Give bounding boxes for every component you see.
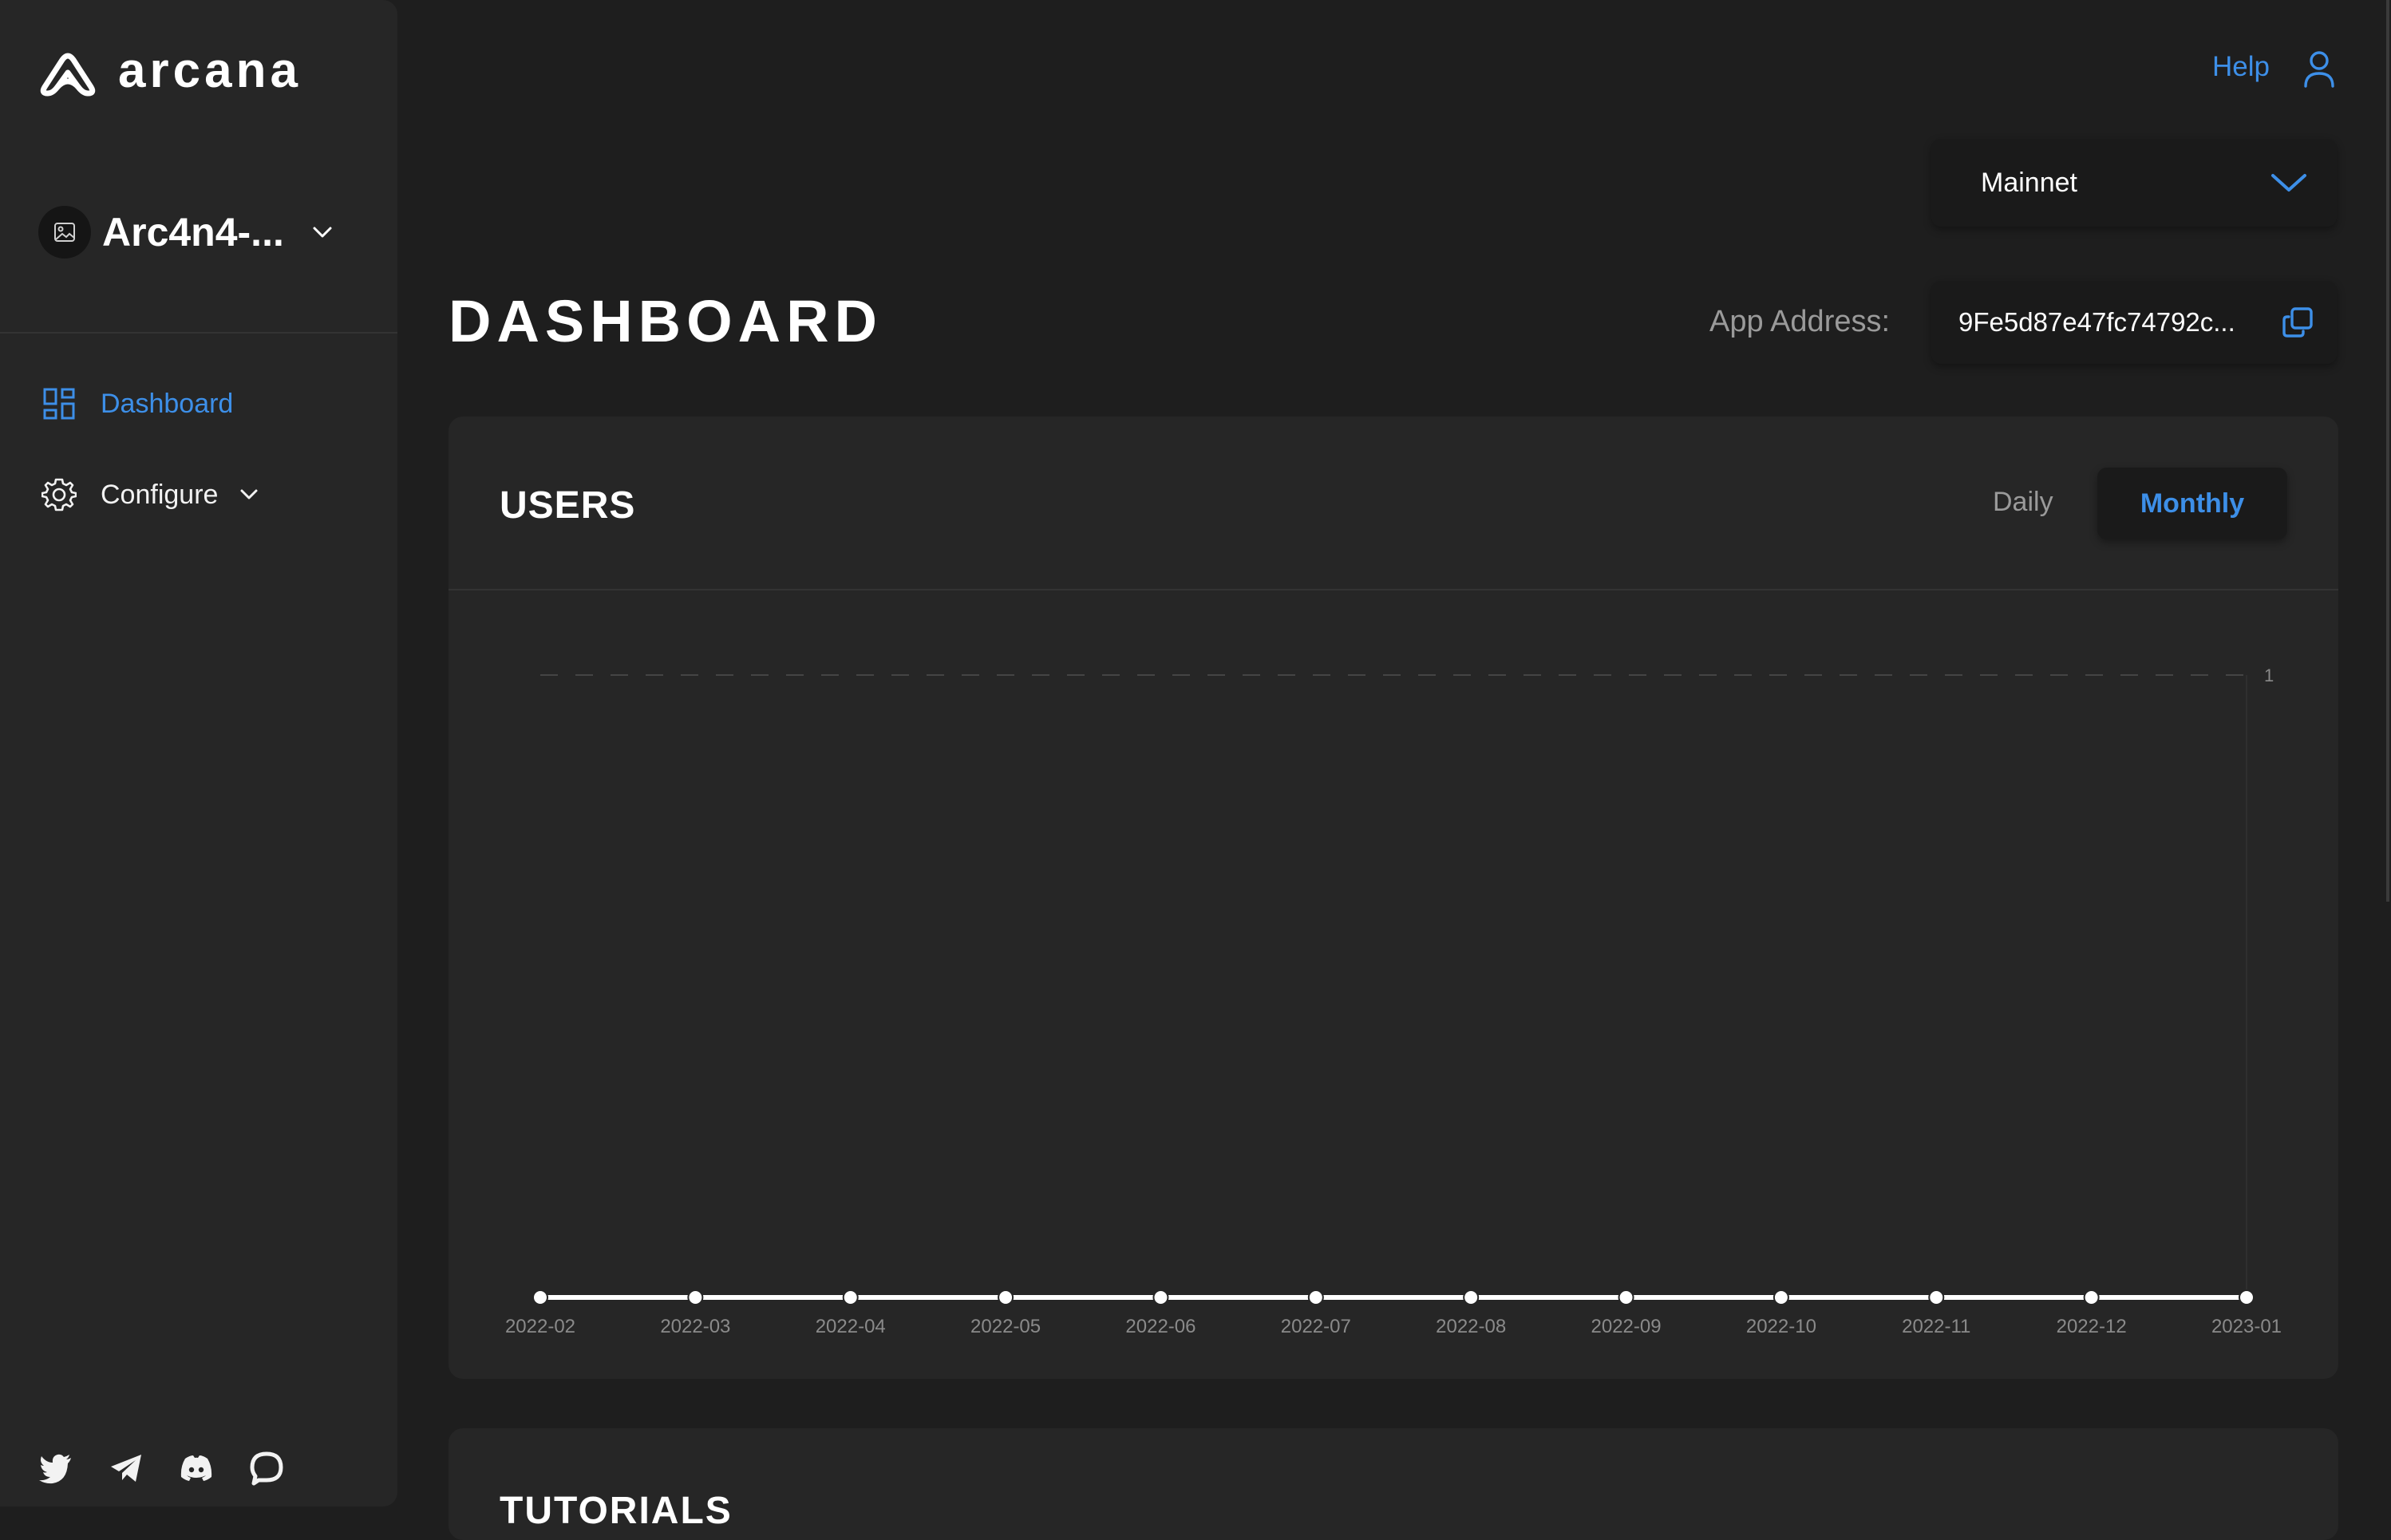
user-profile-icon[interactable] [2302,49,2337,88]
brand[interactable]: arcana [38,43,302,99]
gear-icon [41,478,77,511]
tab-daily[interactable]: Daily [1993,487,2053,518]
sidebar-divider [0,332,397,334]
chart-data-point [687,1289,704,1305]
discord-icon[interactable] [179,1451,214,1486]
chart-data-point [2083,1289,2100,1305]
chevron-down-icon [240,489,258,500]
chart-x-tick-label: 2022-09 [1591,1316,1662,1337]
chart-data-point [1152,1289,1169,1305]
users-card-title: USERS [500,484,636,527]
sidebar-item-label: Dashboard [101,388,234,419]
chart-x-tick-label: 2022-11 [1902,1316,1970,1337]
chart-x-tick-label: 2022-10 [1746,1316,1816,1337]
tutorials-card: TUTORIALS [449,1428,2338,1540]
chart-x-tick-label: 2022-04 [816,1316,886,1337]
page-title: DASHBOARD [449,288,883,354]
chart-y-tick-label: 1 [2264,665,2274,685]
chart-data-point [1463,1289,1480,1305]
help-link[interactable]: Help [2212,51,2270,83]
app-avatar [38,206,91,259]
sidebar-item-dashboard[interactable]: Dashboard [41,386,233,421]
twitter-icon[interactable] [38,1451,73,1486]
dashboard-grid-icon [43,388,75,420]
chart-data-point [1618,1289,1634,1305]
sidebar-item-configure[interactable]: Configure [41,477,261,512]
chat-icon[interactable] [249,1451,284,1486]
app-address-label: App Address: [1709,305,1891,338]
app-name: Arc4n4-... [102,210,284,255]
chart-data-point [998,1289,1014,1305]
brand-name: arcana [118,43,302,98]
users-line-chart: 1 2022-02 2022-03 2022-04 2022-05 2022-06 2022… [505,665,2282,1337]
chevron-down-icon [313,227,332,238]
chart-x-tick-label: 2022-05 [970,1316,1041,1337]
app-address-field: 9Fe5d87e47fc74792c... [1931,281,2337,364]
users-card: USERS Daily Monthly 1 2022-02 2022-03 2022-… [449,417,2338,1379]
sidebar: arcana Arc4n4-... Dashboard Configure [0,0,397,1506]
sidebar-item-label: Configure [101,479,219,510]
chart-x-tick-label: 2022-02 [505,1316,575,1337]
chart-data-point [1307,1289,1324,1305]
copy-icon[interactable] [2281,306,2314,339]
chart-data-point [532,1289,548,1305]
chart-x-tick-label: 2022-07 [1281,1316,1351,1337]
tutorials-card-title: TUTORIALS [500,1490,733,1532]
page-scrollbar[interactable] [2386,0,2389,902]
tab-monthly[interactable]: Monthly [2097,468,2287,539]
chart-x-tick-label: 2023-01 [2211,1316,2282,1337]
chart-data-point [1773,1289,1789,1305]
arcana-logo-icon [40,53,96,97]
social-links [38,1451,319,1486]
chart-x-tick-label: 2022-03 [660,1316,730,1337]
telegram-icon[interactable] [109,1451,144,1486]
image-placeholder-icon [54,223,75,242]
chart-data-point [2239,1289,2255,1305]
chart-x-tick-label: 2022-08 [1436,1316,1506,1337]
app-address-value: 9Fe5d87e47fc74792c... [1958,307,2235,337]
chart-data-point [1928,1289,1945,1305]
chevron-down-icon [2271,174,2306,192]
network-select[interactable]: Mainnet [1931,139,2337,227]
app-switcher[interactable]: Arc4n4-... [38,206,335,259]
chart-data-point [842,1289,859,1305]
network-selected-value: Mainnet [1981,167,2077,198]
chart-x-tick-label: 2022-06 [1125,1316,1196,1337]
chart-x-tick-label: 2022-12 [2057,1316,2127,1337]
